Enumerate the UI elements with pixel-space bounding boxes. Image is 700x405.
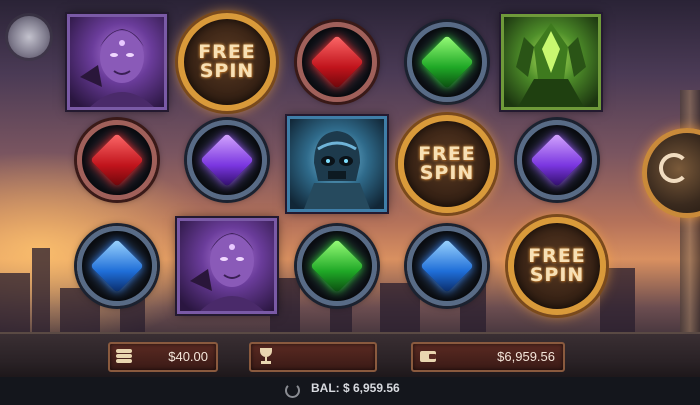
skull-robot-symbol	[287, 116, 387, 212]
reel-2-row-2-symbol	[176, 112, 278, 208]
reel-1-row-1-symbol	[66, 14, 168, 110]
free-spin-symbol: FREE SPIN	[398, 115, 496, 213]
blue-gem-symbol	[77, 226, 157, 306]
footer: BAL: $ 6,959.56	[0, 377, 700, 405]
coins-icon	[116, 348, 134, 364]
purple-gem-symbol	[187, 120, 267, 200]
alien-green-symbol	[501, 14, 601, 110]
free-spin-symbol: FREE SPIN	[178, 13, 276, 111]
bet-value: $40.00	[168, 349, 208, 364]
reel-3-row-2-symbol	[286, 116, 388, 212]
reel-4-row-3-symbol	[396, 218, 498, 314]
game-screen: FREE SPIN FREE SPIN FREE SPIN $40.00 $6,…	[0, 0, 700, 405]
villain-purple-symbol	[67, 14, 167, 110]
reel-1-row-3-symbol	[66, 218, 168, 314]
reel-5-row-1-symbol	[500, 14, 602, 110]
free-spin-symbol: FREE SPIN	[508, 217, 606, 315]
red-gem-symbol	[77, 120, 157, 200]
menu-button[interactable]	[8, 16, 50, 58]
villain-purple-symbol	[177, 218, 277, 314]
reel-4-row-2-symbol: FREE SPIN	[396, 115, 498, 213]
green-gem-symbol	[407, 22, 487, 102]
reel-5-row-2-symbol	[506, 112, 608, 208]
purple-gem-symbol	[517, 120, 597, 200]
reel-3-row-3-symbol	[286, 218, 388, 314]
spin-refresh-icon	[659, 153, 689, 183]
reel-2-row-3-symbol	[176, 218, 278, 314]
reel-5-row-3-symbol: FREE SPIN	[506, 217, 608, 315]
red-gem-symbol	[297, 22, 377, 102]
reload-icon[interactable]	[285, 383, 300, 398]
trophy-icon	[257, 348, 275, 364]
green-gem-symbol	[297, 226, 377, 306]
balance-field: $6,959.56	[411, 342, 565, 372]
spin-button[interactable]	[642, 128, 700, 218]
footer-balance: BAL: $ 6,959.56	[311, 381, 400, 395]
blue-gem-symbol	[407, 226, 487, 306]
win-field	[249, 342, 377, 372]
balance-value: $6,959.56	[497, 349, 555, 364]
wallet-icon	[419, 348, 437, 364]
reel-1-row-2-symbol	[66, 112, 168, 208]
reel-2-row-1-symbol: FREE SPIN	[176, 13, 278, 111]
reel-4-row-1-symbol	[396, 14, 498, 110]
reel-3-row-1-symbol	[286, 14, 388, 110]
bet-field[interactable]: $40.00	[108, 342, 218, 372]
